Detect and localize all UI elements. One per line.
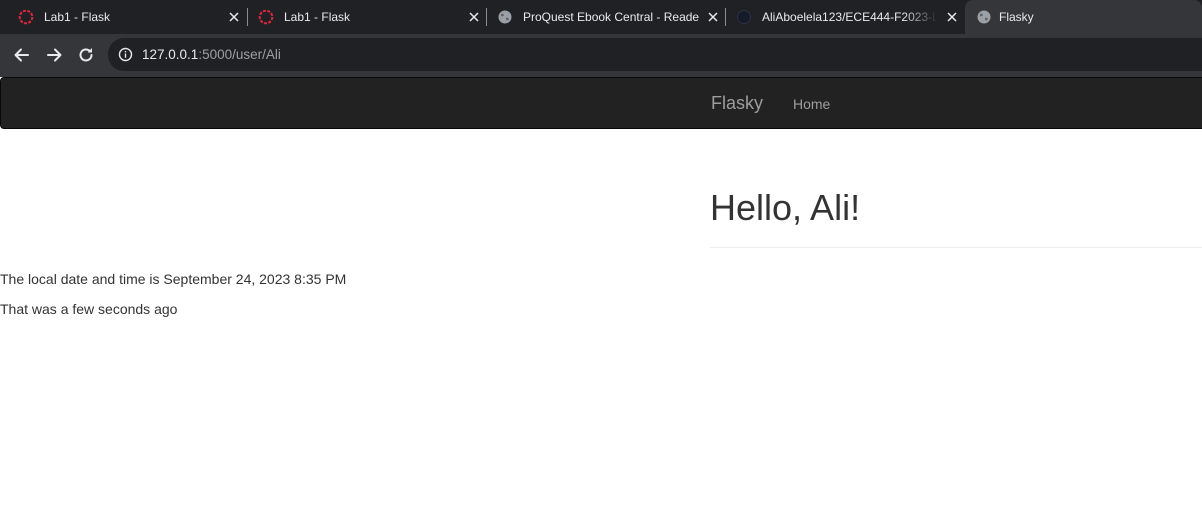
- forward-arrow-icon[interactable]: [44, 45, 64, 65]
- tab-strip: Lab1 - Flask Lab1 - Flask ProQuest Ebook…: [0, 0, 1202, 34]
- close-icon[interactable]: [946, 11, 958, 23]
- github-icon: [737, 10, 751, 24]
- back-arrow-icon[interactable]: [12, 45, 32, 65]
- tab-title: Flasky: [999, 10, 1034, 24]
- nav-link-home[interactable]: Home: [793, 96, 830, 112]
- tab-flasky[interactable]: Flasky: [965, 0, 1202, 34]
- tab-separator: [247, 8, 248, 26]
- local-datetime-text: The local date and time is September 24,…: [0, 271, 347, 287]
- tab-lab1-flask-1[interactable]: Lab1 - Flask: [10, 0, 246, 34]
- tab-title: Lab1 - Flask: [284, 10, 351, 24]
- heading-divider: [710, 247, 1202, 248]
- globe-icon: [977, 10, 991, 24]
- opera-gx-icon: [18, 9, 34, 25]
- address-bar[interactable]: 127.0.0.1:5000/user/Ali: [108, 38, 1202, 71]
- tab-title: Lab1 - Flask: [44, 10, 111, 24]
- tab-github[interactable]: AliAboelela123/ECE444-F2023-La: [728, 0, 964, 34]
- reload-icon[interactable]: [76, 45, 96, 65]
- page-title: Hello, Ali!: [710, 187, 861, 228]
- relative-time-text: That was a few seconds ago: [0, 301, 178, 317]
- browser-toolbar: 127.0.0.1:5000/user/Ali: [0, 34, 1202, 77]
- tab-separator: [725, 8, 726, 26]
- site-navbar: Flasky Home: [0, 77, 1202, 129]
- globe-icon: [498, 10, 512, 24]
- tab-proquest[interactable]: ProQuest Ebook Central - Reader: [489, 0, 725, 34]
- info-icon[interactable]: [118, 47, 133, 62]
- tab-title: AliAboelela123/ECE444-F2023-La: [762, 10, 938, 24]
- close-icon[interactable]: [707, 11, 719, 23]
- url-host: 127.0.0.1: [142, 47, 199, 62]
- url-path: :5000/user/Ali: [198, 47, 281, 62]
- tab-lab1-flask-2[interactable]: Lab1 - Flask: [250, 0, 486, 34]
- tab-separator: [486, 8, 487, 26]
- close-icon[interactable]: [468, 11, 480, 23]
- opera-gx-icon: [258, 9, 274, 25]
- url-text: 127.0.0.1:5000/user/Ali: [142, 47, 281, 63]
- navbar-brand[interactable]: Flasky: [711, 93, 763, 113]
- close-icon[interactable]: [228, 11, 240, 23]
- tab-title: ProQuest Ebook Central - Reader: [523, 10, 699, 24]
